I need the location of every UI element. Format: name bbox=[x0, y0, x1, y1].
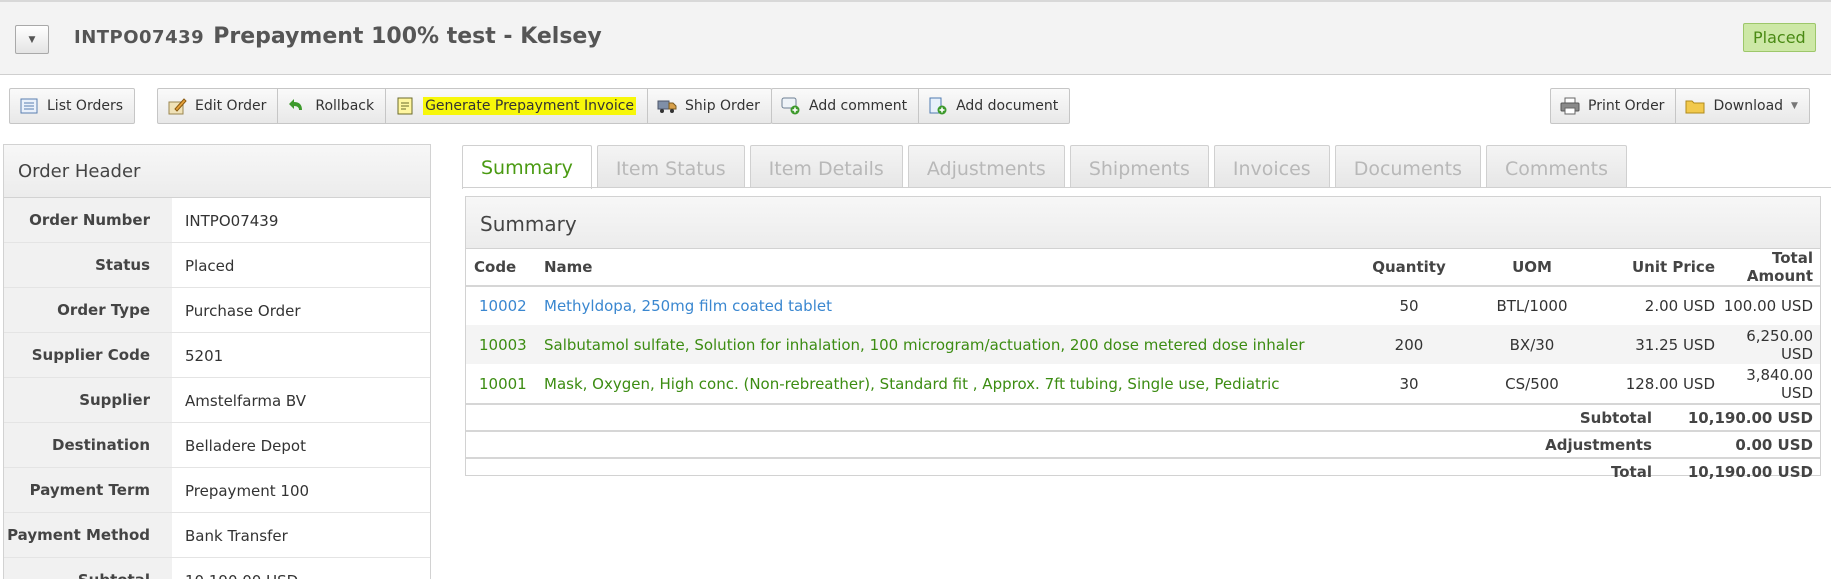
order-page: ▼ INTPO07439 Prepayment 100% test - Kels… bbox=[0, 0, 1831, 579]
subtotal-value: 10,190.00 USD bbox=[1687, 408, 1813, 427]
generate-prepayment-invoice-button[interactable]: Generate Prepayment Invoice bbox=[386, 89, 649, 123]
printer-icon bbox=[1560, 97, 1580, 115]
folder-icon bbox=[1685, 97, 1705, 115]
comment-document-group: Add comment Add document bbox=[771, 88, 1071, 124]
tab-adjustments[interactable]: Adjustments bbox=[907, 145, 1065, 188]
print-download-group: Print Order Download ▼ bbox=[1550, 88, 1810, 124]
order-code: INTPO07439 bbox=[74, 27, 205, 48]
tab-summary[interactable]: Summary bbox=[462, 145, 592, 189]
edit-order-button[interactable]: Edit Order bbox=[158, 89, 279, 123]
edit-icon bbox=[167, 97, 187, 115]
header-row-subtotal: Subtotal 10,190.00 USD bbox=[4, 558, 430, 579]
undo-icon bbox=[287, 97, 307, 115]
header-row-order-number: Order Number INTPO07439 bbox=[4, 198, 430, 243]
item-total-amount: 100.00 USD bbox=[1723, 297, 1813, 315]
tabs-divider bbox=[462, 187, 1831, 188]
invoice-icon bbox=[395, 97, 415, 115]
item-quantity: 30 bbox=[1399, 374, 1419, 393]
item-uom: CS/500 bbox=[1505, 374, 1559, 393]
summary-panel: Summary Code Name Quantity UOM Unit Pric… bbox=[465, 196, 1821, 481]
item-code-link[interactable]: 10003 bbox=[466, 325, 544, 364]
item-quantity: 50 bbox=[1399, 297, 1419, 315]
order-actions-group: Edit Order Rollback Generate Prepayment … bbox=[157, 88, 772, 124]
adjustments-label: Adjustments bbox=[1545, 435, 1652, 454]
item-total-amount: 6,250.00 USD bbox=[1723, 325, 1820, 364]
order-name: Prepayment 100% test - Kelsey bbox=[213, 24, 602, 49]
tab-invoices[interactable]: Invoices bbox=[1213, 145, 1330, 188]
total-row: Total 10,190.00 USD bbox=[466, 457, 1820, 484]
tab-documents[interactable]: Documents bbox=[1334, 145, 1482, 188]
item-name-link[interactable]: Methyldopa, 250mg film coated tablet bbox=[544, 286, 1339, 325]
table-header-row: Code Name Quantity UOM Unit Price Total … bbox=[466, 249, 1820, 287]
item-uom: BX/30 bbox=[1479, 325, 1585, 364]
truck-icon bbox=[657, 97, 677, 115]
order-lines-table: Code Name Quantity UOM Unit Price Total … bbox=[466, 249, 1820, 403]
title-bar: ▼ INTPO07439 Prepayment 100% test - Kels… bbox=[0, 0, 1831, 75]
item-unit-price: 2.00 USD bbox=[1644, 297, 1715, 315]
header-row-payment-term: Payment Term Prepayment 100 bbox=[4, 468, 430, 513]
item-code-link[interactable]: 10001 bbox=[466, 364, 544, 403]
list-orders-button[interactable]: List Orders bbox=[10, 89, 134, 123]
table-row: 10001 Mask, Oxygen, High conc. (Non-rebr… bbox=[466, 364, 1820, 403]
column-header-name: Name bbox=[544, 249, 1339, 287]
item-uom: BTL/1000 bbox=[1496, 297, 1568, 315]
header-row-destination: Destination Belladere Depot bbox=[4, 423, 430, 468]
item-unit-price: 31.25 USD bbox=[1585, 325, 1723, 364]
collapse-toggle-button[interactable]: ▼ bbox=[15, 25, 49, 54]
table-row: 10003 Salbutamol sulfate, Solution for i… bbox=[466, 325, 1820, 364]
column-header-quantity: Quantity bbox=[1339, 249, 1479, 287]
order-tabs: Summary Item Status Item Details Adjustm… bbox=[462, 145, 1632, 189]
column-header-code: Code bbox=[466, 249, 544, 287]
status-badge: Placed bbox=[1743, 23, 1816, 52]
add-document-button[interactable]: Add document bbox=[919, 89, 1069, 123]
table-row: 10002 Methyldopa, 250mg film coated tabl… bbox=[466, 286, 1820, 325]
print-order-button[interactable]: Print Order bbox=[1551, 89, 1677, 123]
tab-comments[interactable]: Comments bbox=[1486, 145, 1628, 188]
column-header-total-amount: Total Amount bbox=[1723, 249, 1820, 287]
ship-order-button[interactable]: Ship Order bbox=[648, 89, 771, 123]
add-comment-button[interactable]: Add comment bbox=[772, 89, 920, 123]
header-row-order-type: Order Type Purchase Order bbox=[4, 288, 430, 333]
tab-item-details[interactable]: Item Details bbox=[749, 145, 903, 188]
page-title: INTPO07439 Prepayment 100% test - Kelsey bbox=[74, 24, 602, 49]
item-unit-price: 128.00 USD bbox=[1625, 374, 1715, 393]
tab-shipments[interactable]: Shipments bbox=[1069, 145, 1209, 188]
order-header-panel: Order Header Order Number INTPO07439 Sta… bbox=[3, 144, 431, 579]
header-row-supplier-code: Supplier Code 5201 bbox=[4, 333, 430, 378]
header-row-supplier: Supplier Amstelfarma BV bbox=[4, 378, 430, 423]
download-dropdown-button[interactable]: Download ▼ bbox=[1676, 89, 1809, 123]
adjustments-row: Adjustments 0.00 USD bbox=[466, 430, 1820, 457]
rollback-button[interactable]: Rollback bbox=[278, 89, 387, 123]
item-quantity: 200 bbox=[1339, 325, 1479, 364]
column-header-uom: UOM bbox=[1479, 249, 1585, 287]
subtotal-row: Subtotal 10,190.00 USD bbox=[466, 403, 1820, 430]
header-row-payment-method: Payment Method Bank Transfer bbox=[4, 513, 430, 558]
column-header-unit-price: Unit Price bbox=[1585, 249, 1723, 287]
item-code-link[interactable]: 10002 bbox=[466, 286, 544, 325]
tab-item-status[interactable]: Item Status bbox=[596, 145, 745, 188]
order-header-title: Order Header bbox=[4, 145, 430, 198]
total-value: 10,190.00 USD bbox=[1687, 462, 1813, 481]
item-name-link[interactable]: Mask, Oxygen, High conc. (Non-rebreather… bbox=[544, 364, 1339, 403]
list-icon bbox=[19, 97, 39, 115]
subtotal-label: Subtotal bbox=[1579, 408, 1652, 427]
list-group: List Orders bbox=[9, 88, 136, 124]
chevron-down-icon: ▼ bbox=[28, 34, 36, 45]
item-name-link[interactable]: Salbutamol sulfate, Solution for inhalat… bbox=[544, 325, 1339, 364]
summary-title: Summary bbox=[466, 197, 1820, 249]
header-row-status: Status Placed bbox=[4, 243, 430, 288]
total-label: Total bbox=[1611, 462, 1652, 481]
item-total-amount: 3,840.00 USD bbox=[1746, 365, 1813, 402]
add-document-icon bbox=[928, 97, 948, 115]
chevron-down-icon: ▼ bbox=[1791, 101, 1798, 111]
add-comment-icon bbox=[781, 97, 801, 115]
adjustments-value: 0.00 USD bbox=[1735, 435, 1813, 454]
